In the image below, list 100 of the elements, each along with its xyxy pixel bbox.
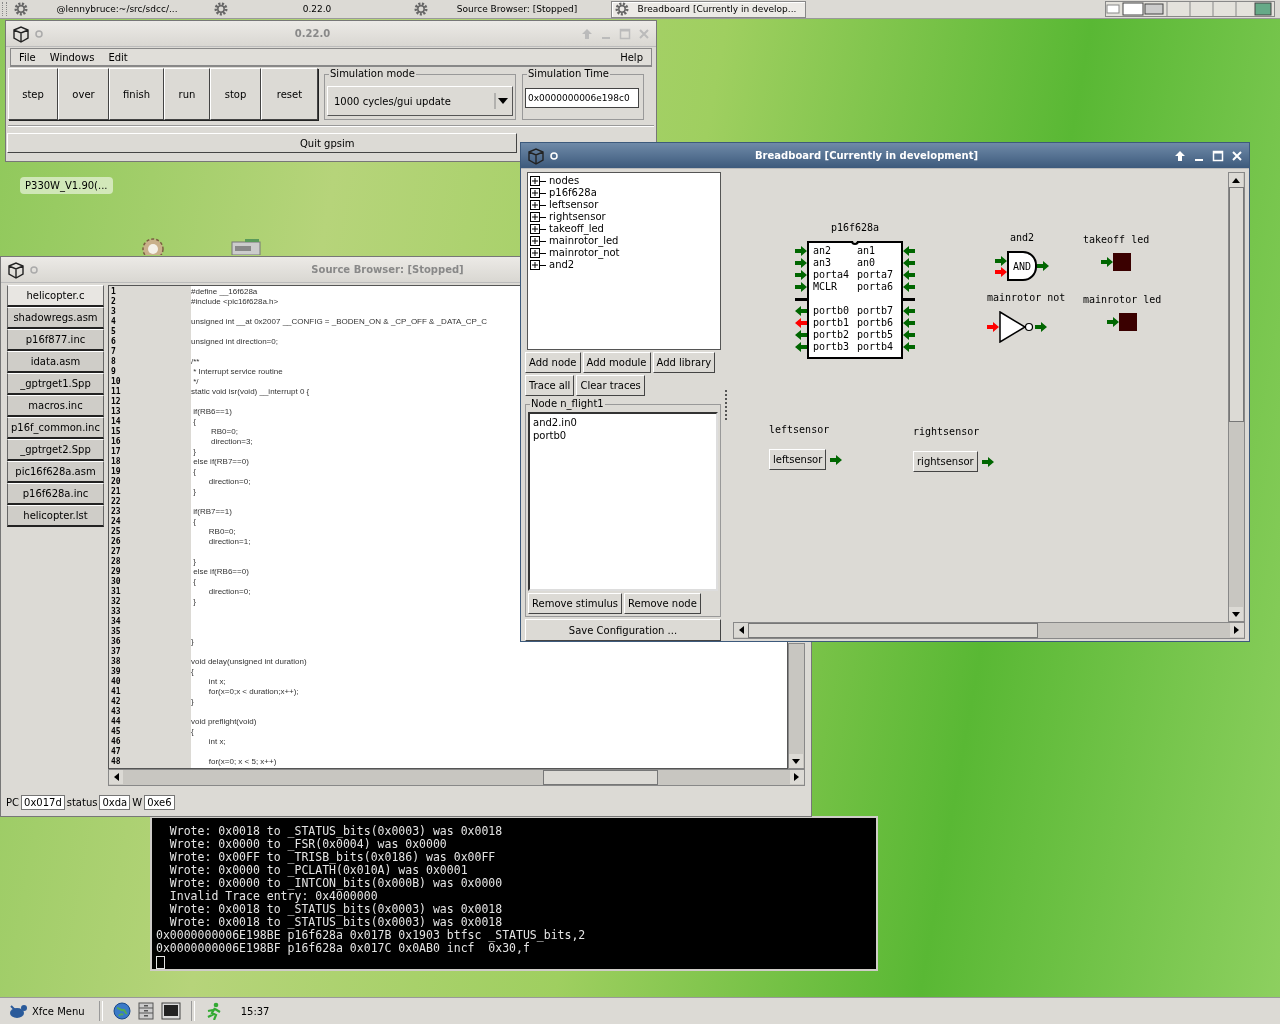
file-tab[interactable]: pic16f628a.asm [7, 461, 104, 483]
pin-label: an1 [857, 245, 877, 257]
line-number: 16 [110, 437, 122, 447]
toolbar-button[interactable]: reset [261, 68, 318, 120]
tree-item[interactable]: rightsensor [549, 211, 606, 223]
expand-icon[interactable] [530, 248, 540, 258]
line-number: 6 [110, 337, 117, 347]
toolbar-button[interactable]: finish [109, 68, 164, 120]
expand-icon[interactable] [530, 236, 540, 246]
expand-icon[interactable] [530, 224, 540, 234]
toolbar-button[interactable]: stop [210, 68, 261, 120]
vertical-scrollbar[interactable] [1228, 172, 1245, 622]
expand-icon[interactable] [530, 200, 540, 210]
tree-item[interactable]: nodes [549, 175, 580, 187]
file-tab[interactable]: shadowregs.asm [7, 307, 104, 329]
save-configuration-button[interactable]: Save Configuration ... [525, 619, 721, 641]
panel-button[interactable]: Remove stimulus [528, 593, 623, 614]
sensor-button[interactable]: rightsensor [913, 451, 978, 472]
globe-icon[interactable] [112, 1002, 131, 1020]
file-tab[interactable]: idata.asm [7, 351, 104, 373]
panel-button[interactable]: Trace all [525, 375, 575, 396]
register-field[interactable]: 0xe6 [144, 794, 175, 810]
arrow-down-icon[interactable] [789, 754, 803, 768]
scrollbar-thumb[interactable] [543, 770, 658, 785]
tree-item[interactable]: and2 [549, 259, 575, 271]
panel-button[interactable]: Clear traces [576, 375, 645, 396]
desktop-icon-label[interactable]: P330W_V1.90(... [20, 177, 113, 194]
pin-label: porta6 [857, 281, 895, 293]
file-tab[interactable]: _gptrget1.Spp [7, 373, 104, 395]
expand-icon[interactable] [530, 260, 540, 270]
expand-icon[interactable] [530, 176, 540, 186]
panel-button[interactable]: Remove node [624, 593, 701, 614]
module-label: mainrotor not [987, 292, 1066, 303]
workspace-pager-drawing[interactable] [1105, 1, 1275, 17]
sensor-button[interactable]: leftsensor [769, 449, 827, 470]
line-number: 42 [110, 697, 122, 707]
arrow-right-icon[interactable] [790, 770, 804, 784]
register-field[interactable]: 0x017d [21, 794, 65, 810]
module-label: and2 [1009, 232, 1035, 243]
taskbar-button[interactable]: @lennybruce:~/src/sdcc/... [11, 0, 206, 18]
taskbar-button[interactable]: Breadboard [Currently in develop... [611, 0, 806, 18]
toolbar-button[interactable]: step [8, 68, 58, 120]
file-tab[interactable]: p16f877.inc [7, 329, 104, 351]
simulation-mode-dropdown[interactable]: 1000 cycles/gui update [327, 86, 513, 116]
line-number: 39 [110, 667, 122, 677]
menu-item[interactable]: Windows [49, 51, 95, 63]
terminal-icon[interactable] [160, 1002, 181, 1020]
line-number: 46 [110, 737, 122, 747]
file-tab[interactable]: helicopter.lst [7, 505, 104, 527]
taskbar-button[interactable]: Source Browser: [Stopped] [411, 0, 606, 18]
file-tab[interactable]: p16f628a.inc [7, 483, 104, 505]
line-number: 31 [110, 587, 122, 597]
vertical-scrollbar[interactable] [788, 643, 805, 769]
gear-icon [615, 2, 629, 16]
cube-icon [12, 24, 30, 43]
line-number: 34 [110, 617, 122, 627]
tree-item[interactable]: mainrotor_not [549, 247, 620, 259]
panel-button[interactable]: Add library [652, 352, 716, 373]
register-field[interactable]: 0xda [99, 794, 131, 810]
line-number: 26 [110, 537, 122, 547]
quit-button[interactable]: Quit gpsim [7, 133, 517, 153]
file-tab[interactable]: helicopter.c [7, 285, 104, 307]
panel-handle[interactable] [2, 2, 7, 16]
pane-grip[interactable] [725, 390, 729, 420]
expand-icon[interactable] [530, 188, 540, 198]
expand-icon[interactable] [530, 212, 540, 222]
cabinet-icon[interactable] [136, 1002, 155, 1020]
simulation-time-field[interactable]: 0x0000000006e198c0 [525, 88, 639, 108]
horizontal-scrollbar[interactable] [733, 622, 1245, 639]
arrow-right-icon[interactable] [1230, 623, 1244, 637]
tree-item[interactable]: takeoff_led [549, 223, 604, 235]
arrow-up-icon[interactable] [1229, 173, 1243, 187]
file-tab[interactable]: macros.inc [7, 395, 104, 417]
pin-label: an2 [813, 245, 833, 257]
tree-item[interactable]: mainrotor_led [549, 235, 619, 247]
scrollbar-thumb[interactable] [748, 623, 1038, 638]
start-menu-button[interactable]: Xfce Menu [4, 1001, 89, 1021]
caret-icon[interactable] [494, 91, 510, 111]
horizontal-scrollbar[interactable] [108, 769, 805, 786]
panel-button[interactable]: Add node [525, 352, 581, 373]
menu-item[interactable]: Edit [108, 51, 128, 63]
scrollbar-thumb[interactable] [1229, 187, 1244, 422]
taskbar-button[interactable]: 0.22.0 [211, 0, 406, 18]
menu-item[interactable]: File [19, 51, 36, 63]
toolbar-button[interactable]: run [164, 68, 210, 120]
file-tab[interactable]: p16f_common.inc [7, 417, 104, 439]
list-item[interactable]: portb0 [533, 429, 713, 442]
menu-item[interactable]: Help [620, 51, 643, 63]
arrow-down-icon[interactable] [1229, 607, 1243, 621]
tree-item[interactable]: p16f628a [549, 187, 597, 199]
list-item[interactable]: and2.in0 [533, 416, 713, 429]
line-number: 21 [110, 487, 122, 497]
arrow-left-icon[interactable] [109, 770, 123, 784]
toolbar-button[interactable]: over [58, 68, 109, 120]
tree-item[interactable]: leftsensor [549, 199, 599, 211]
panel-button[interactable]: Add module [582, 352, 651, 373]
keep-on-top-button[interactable] [1174, 149, 1186, 162]
file-tab[interactable]: _gptrget2.Spp [7, 439, 104, 461]
pin-label: an0 [857, 257, 877, 269]
arrow-left-icon[interactable] [734, 623, 748, 637]
